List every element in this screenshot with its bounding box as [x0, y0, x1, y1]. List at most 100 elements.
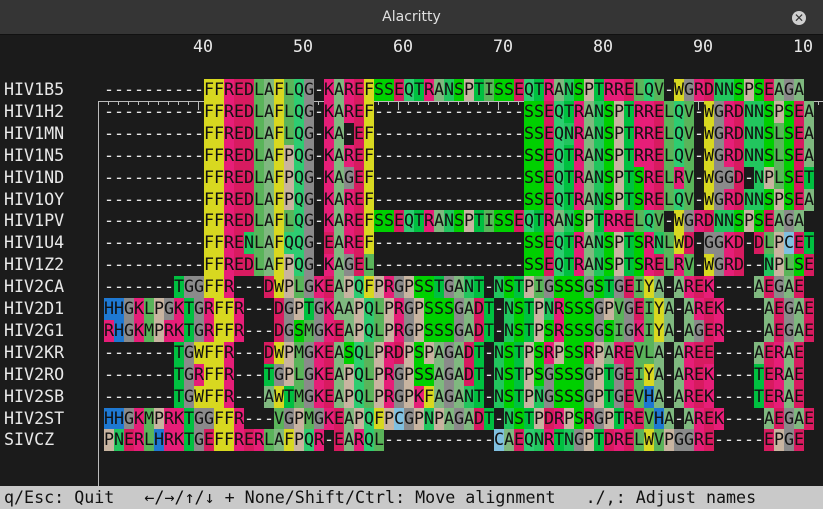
- residue-cell: -: [154, 386, 164, 406]
- residue-cell: N: [114, 429, 124, 452]
- residue-cell: A: [784, 363, 794, 386]
- residue-cell: G: [594, 319, 604, 342]
- residue-cell: A: [604, 341, 614, 364]
- sequence-name: HIV1ND: [4, 167, 65, 187]
- residue-cell: -: [424, 255, 434, 275]
- residue-cell: -: [484, 255, 494, 275]
- residue-cell: F: [364, 166, 374, 189]
- residue-cell: S: [734, 79, 744, 101]
- residue-cell: Q: [554, 232, 564, 255]
- residue-cell: -: [194, 255, 204, 275]
- residue-cell: -: [404, 430, 414, 450]
- residue-cell: G: [304, 166, 314, 189]
- residue-cell: N: [744, 188, 754, 211]
- residue-cell: -: [134, 233, 144, 253]
- residue-cell: R: [774, 363, 784, 386]
- residue-cell: T: [184, 407, 194, 430]
- residue-cell: T: [474, 79, 484, 101]
- residue-cell: A: [454, 363, 464, 386]
- residue-cell: L: [254, 232, 264, 255]
- residue-cell: N: [494, 341, 504, 364]
- sequence-row: PNERLHRKTGEFFRERLAFPQR-EARQL-----------C…: [104, 429, 804, 452]
- residue-cell: -: [134, 364, 144, 384]
- residue-cell: -: [744, 233, 754, 253]
- sequence-name: HIV2SB: [4, 386, 65, 406]
- residue-cell: M: [304, 319, 314, 342]
- residue-cell: Q: [554, 122, 564, 145]
- residue-cell: E: [234, 144, 244, 167]
- residue-cell: Q: [554, 188, 564, 211]
- residue-cell: R: [684, 363, 694, 386]
- residue-cell: R: [254, 429, 264, 452]
- residue-cell: N: [594, 122, 604, 145]
- residue-cell: -: [374, 123, 384, 143]
- residue-cell: E: [634, 298, 644, 320]
- residue-cell: F: [214, 166, 224, 189]
- residue-cell: G: [194, 407, 204, 430]
- residue-cell: G: [204, 407, 214, 430]
- residue-cell: T: [624, 100, 634, 123]
- residue-cell: E: [654, 122, 664, 145]
- residue-cell: R: [554, 407, 564, 430]
- residue-cell: -: [314, 255, 324, 275]
- residue-cell: F: [204, 79, 214, 101]
- residue-cell: F: [274, 122, 284, 145]
- residue-cell: E: [794, 122, 804, 145]
- residue-cell: R: [644, 232, 654, 255]
- residue-cell: -: [344, 123, 354, 143]
- residue-cell: Y: [654, 298, 664, 320]
- residue-cell: R: [604, 210, 614, 233]
- residue-cell: E: [794, 363, 804, 386]
- residue-cell: G: [394, 276, 404, 299]
- residue-cell: S: [564, 341, 574, 364]
- residue-cell: S: [514, 298, 524, 320]
- residue-cell: R: [544, 341, 554, 364]
- residue-cell: -: [244, 320, 254, 340]
- residue-cell: -: [244, 408, 254, 428]
- residue-cell: G: [184, 385, 194, 408]
- residue-cell: -: [164, 189, 174, 209]
- sequence-row: ----------FFREDLAFLQG-KAREFSSEQTRANSPTIS…: [104, 210, 804, 233]
- residue-cell: -: [444, 123, 454, 143]
- ruler-label: 90: [693, 37, 714, 56]
- residue-cell: P: [774, 188, 784, 211]
- residue-cell: N: [714, 210, 724, 233]
- residue-cell: T: [604, 276, 614, 299]
- residue-cell: V: [684, 122, 694, 145]
- residue-cell: -: [164, 211, 174, 231]
- residue-cell: R: [644, 122, 654, 145]
- residue-cell: P: [284, 254, 294, 277]
- residue-cell: L: [284, 122, 294, 145]
- residue-cell: L: [144, 298, 154, 320]
- residue-cell: A: [774, 79, 784, 101]
- close-icon[interactable]: ✕: [792, 11, 806, 25]
- residue-cell: L: [264, 429, 274, 452]
- residue-cell: L: [374, 319, 384, 342]
- residue-cell: -: [114, 277, 124, 297]
- residue-cell: -: [404, 145, 414, 165]
- residue-cell: G: [714, 100, 724, 123]
- residue-cell: R: [104, 319, 114, 342]
- residue-cell: R: [634, 144, 644, 167]
- residue-cell: S: [784, 144, 794, 167]
- residue-cell: -: [124, 123, 134, 143]
- residue-cell: T: [174, 276, 184, 299]
- residue-cell: -: [434, 167, 444, 187]
- residue-cell: L: [664, 144, 674, 167]
- residue-cell: W: [704, 188, 714, 211]
- residue-cell: K: [324, 166, 334, 189]
- residue-cell: -: [404, 255, 414, 275]
- residue-cell: F: [374, 407, 384, 430]
- residue-cell: D: [754, 232, 764, 255]
- residue-cell: T: [304, 298, 314, 320]
- residue-cell: -: [164, 364, 174, 384]
- residue-cell: -: [134, 167, 144, 187]
- residue-cell: T: [604, 363, 614, 386]
- residue-cell: P: [534, 319, 544, 342]
- residue-cell: P: [594, 363, 604, 386]
- residue-cell: G: [694, 319, 704, 342]
- residue-cell: S: [564, 319, 574, 342]
- residue-cell: -: [174, 211, 184, 231]
- residue-cell: P: [284, 363, 294, 386]
- residue-cell: S: [504, 385, 514, 408]
